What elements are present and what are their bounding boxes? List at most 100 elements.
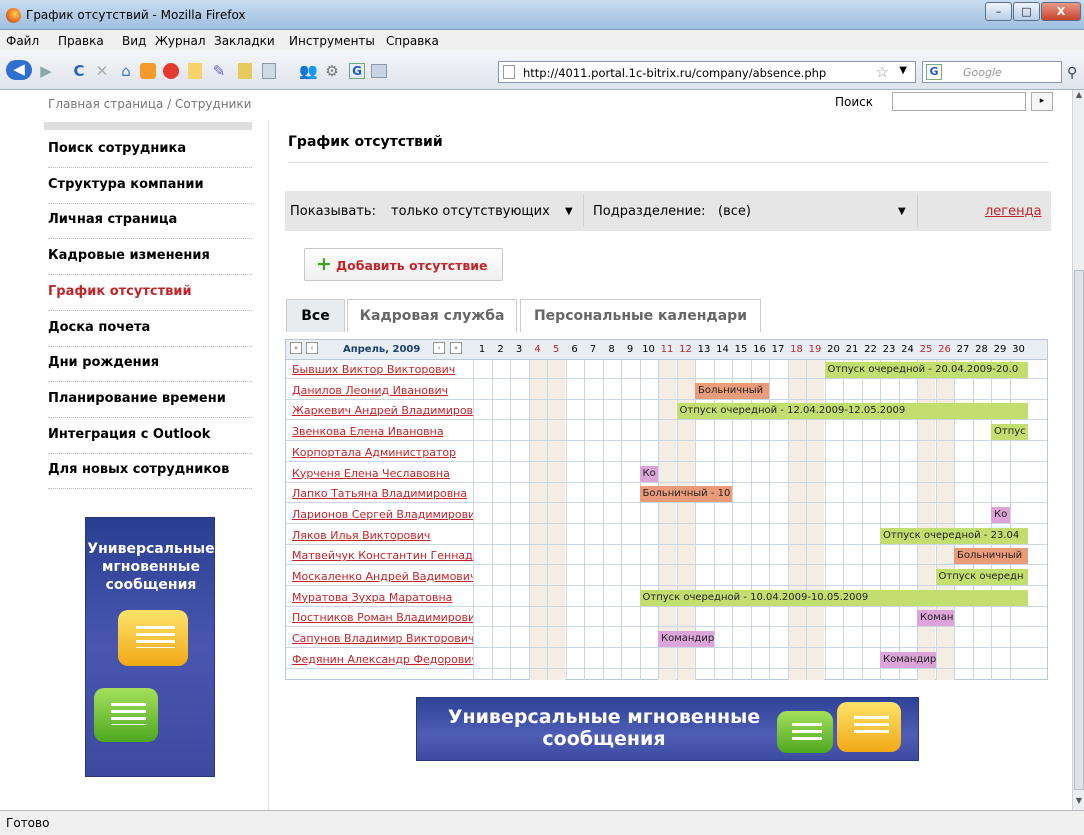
employee-name-link[interactable]: Федянин Александр Федорович: [292, 653, 473, 666]
vacation-bar[interactable]: Отпус: [991, 424, 1028, 441]
rss-icon[interactable]: [140, 63, 156, 79]
maximize-button[interactable]: □: [1013, 2, 1040, 21]
menu-tools[interactable]: Инструменты: [289, 34, 375, 48]
employee-name-link[interactable]: Матвейчук Константин Геннадьевич: [292, 549, 473, 562]
vacation-bar[interactable]: Отпуск очередной - 12.04.2009-12.05.2009: [676, 403, 1028, 420]
sidebar-item-honor-board[interactable]: Доска почета: [48, 311, 252, 347]
sidebar-item-search-employee[interactable]: Поиск сотрудника: [48, 132, 252, 168]
chevron-down-icon[interactable]: ▼: [565, 206, 573, 217]
add-absence-button[interactable]: + Добавить отсутствие: [304, 248, 503, 281]
chevron-down-icon[interactable]: ▼: [898, 206, 906, 217]
divider: [583, 195, 584, 227]
scroll-thumb[interactable]: [1074, 270, 1084, 790]
business-trip-bar[interactable]: Ко: [991, 506, 1010, 523]
window-icon[interactable]: [371, 64, 387, 78]
folder-icon[interactable]: [188, 63, 202, 79]
employee-name-link[interactable]: Ляков Илья Викторович: [292, 529, 473, 542]
forward-icon[interactable]: ▶: [36, 62, 56, 80]
vacation-bar[interactable]: Отпуск очередной - 10.04.2009-10.05.2009: [639, 589, 1028, 606]
reload-icon[interactable]: C: [70, 62, 88, 80]
opera-icon[interactable]: [163, 63, 179, 79]
google-icon[interactable]: G: [349, 63, 365, 79]
menu-view[interactable]: Вид: [122, 34, 146, 48]
business-trip-bar[interactable]: Командир: [658, 631, 714, 648]
google-icon[interactable]: G: [926, 64, 942, 80]
sick-leave-bar[interactable]: Больничный - 10: [639, 486, 732, 503]
gear-icon[interactable]: ⚙: [323, 62, 341, 80]
banner-text: Универсальные мгновенные сообщения: [447, 706, 761, 750]
scroll-up-icon[interactable]: ▲: [1074, 90, 1084, 104]
sidebar-item-personal-page[interactable]: Личная страница: [48, 203, 252, 240]
day-header: 12: [679, 344, 692, 355]
chevron-down-icon[interactable]: ▼: [899, 65, 907, 76]
bookmark-icon[interactable]: ✎: [211, 62, 227, 80]
site-search-button[interactable]: ▸: [1031, 92, 1053, 111]
sick-leave-bar[interactable]: Больничный: [695, 382, 769, 399]
star-icon[interactable]: ☆: [876, 63, 889, 81]
bottom-banner[interactable]: Универсальные мгновенные сообщения: [416, 697, 919, 761]
show-select[interactable]: только отсутствующих: [391, 204, 550, 219]
breadcrumb[interactable]: Главная страница / Сотрудники: [48, 97, 251, 111]
vacation-bar[interactable]: Отпуск очередной - 20.04.2009-20.0: [824, 362, 1028, 378]
absence-calendar: « ‹ Апрель, 2009 › » 1 2 3 4 5 6 7 8 9 10 11 12 13 14…: [285, 339, 1048, 680]
employee-name-link[interactable]: Ларионов Сергей Владимирович: [292, 508, 473, 521]
menu-file[interactable]: Файл: [6, 34, 39, 48]
sidebar-item-new-employees[interactable]: Для новых сотрудников: [48, 453, 252, 490]
page-icon[interactable]: [262, 63, 276, 79]
vacation-bar[interactable]: Отпуск очередной - 23.04: [880, 527, 1028, 544]
employee-name-link[interactable]: Муратова Зухра Маратовна: [292, 591, 473, 604]
sick-leave-bar[interactable]: Больничный: [954, 548, 1028, 565]
menu-edit[interactable]: Правка: [58, 34, 104, 48]
employee-name-link[interactable]: Курченя Елена Чеславовна: [292, 467, 473, 480]
close-button[interactable]: X: [1041, 2, 1081, 21]
employee-name-link[interactable]: Постников Роман Владимирович: [292, 611, 473, 624]
day-header: 30: [1012, 344, 1025, 355]
site-search-input[interactable]: [892, 92, 1026, 111]
url-bar[interactable]: http://4011.portal.1c-bitrix.ru/company/…: [498, 61, 916, 83]
menu-bookmarks[interactable]: Закладки: [214, 34, 275, 48]
business-trip-bar[interactable]: Командир: [880, 651, 936, 668]
divider: [268, 120, 269, 810]
back-icon[interactable]: ◀: [6, 60, 32, 80]
minimize-button[interactable]: –: [985, 2, 1012, 21]
business-trip-bar[interactable]: Ко: [639, 465, 658, 482]
vertical-scrollbar[interactable]: ▲ ▼: [1072, 90, 1084, 810]
employee-name-link[interactable]: Данилов Леонид Иванович: [292, 384, 473, 397]
department-select[interactable]: (все): [718, 204, 751, 219]
note-icon[interactable]: [238, 63, 252, 79]
first-month-button[interactable]: «: [290, 342, 302, 354]
employee-name-link[interactable]: Сапунов Владимир Викторович: [292, 632, 473, 645]
last-month-button[interactable]: »: [450, 342, 462, 354]
sidebar-item-absence-chart[interactable]: График отсутствий: [48, 275, 252, 311]
tab-personal-calendars[interactable]: Персональные календари: [520, 299, 761, 332]
scroll-down-icon[interactable]: ▼: [1074, 796, 1084, 810]
tab-hr[interactable]: Кадровая служба: [347, 299, 517, 332]
next-month-button[interactable]: ›: [433, 342, 445, 354]
business-trip-bar[interactable]: Коман: [917, 610, 954, 627]
vacation-bar[interactable]: Отпуск очередн: [935, 569, 1028, 585]
menu-history[interactable]: Журнал: [155, 34, 206, 48]
sidebar-item-company-structure[interactable]: Структура компании: [48, 168, 252, 204]
home-icon[interactable]: ⌂: [117, 62, 135, 80]
legend-link[interactable]: легенда: [985, 204, 1042, 219]
menu-help[interactable]: Справка: [386, 34, 439, 48]
side-banner[interactable]: Универсальные мгновенные сообщения: [85, 517, 215, 777]
employee-name-link[interactable]: Лапко Татьяна Владимировна: [292, 487, 473, 500]
sidebar-item-outlook-integration[interactable]: Интеграция с Outlook: [48, 418, 252, 454]
employee-name-link[interactable]: Жаркевич Андрей Владимирович: [292, 404, 473, 417]
url-text[interactable]: http://4011.portal.1c-bitrix.ru/company/…: [523, 66, 826, 80]
sidebar-item-time-planning[interactable]: Планирование времени: [48, 382, 252, 418]
employee-name-link[interactable]: Москаленко Андрей Вадимович: [292, 570, 473, 583]
sidebar-item-birthdays[interactable]: Дни рождения: [48, 346, 252, 383]
day-header: 13: [697, 344, 711, 355]
employee-name-link[interactable]: Корпортала Администратор: [292, 446, 473, 459]
prev-month-button[interactable]: ‹: [306, 342, 318, 354]
tab-all[interactable]: Все: [286, 299, 345, 332]
employee-name-link[interactable]: Бывших Виктор Викторович: [292, 363, 473, 376]
search-icon[interactable]: ⚲: [1067, 65, 1077, 81]
web-search-box[interactable]: G Google: [922, 61, 1062, 83]
employee-name-link[interactable]: Звенкова Елена Ивановна: [292, 425, 473, 438]
sidebar-item-hr-changes[interactable]: Кадровые изменения: [48, 239, 252, 276]
stop-icon[interactable]: ✕: [93, 62, 111, 80]
users-icon[interactable]: 👥: [299, 62, 318, 80]
